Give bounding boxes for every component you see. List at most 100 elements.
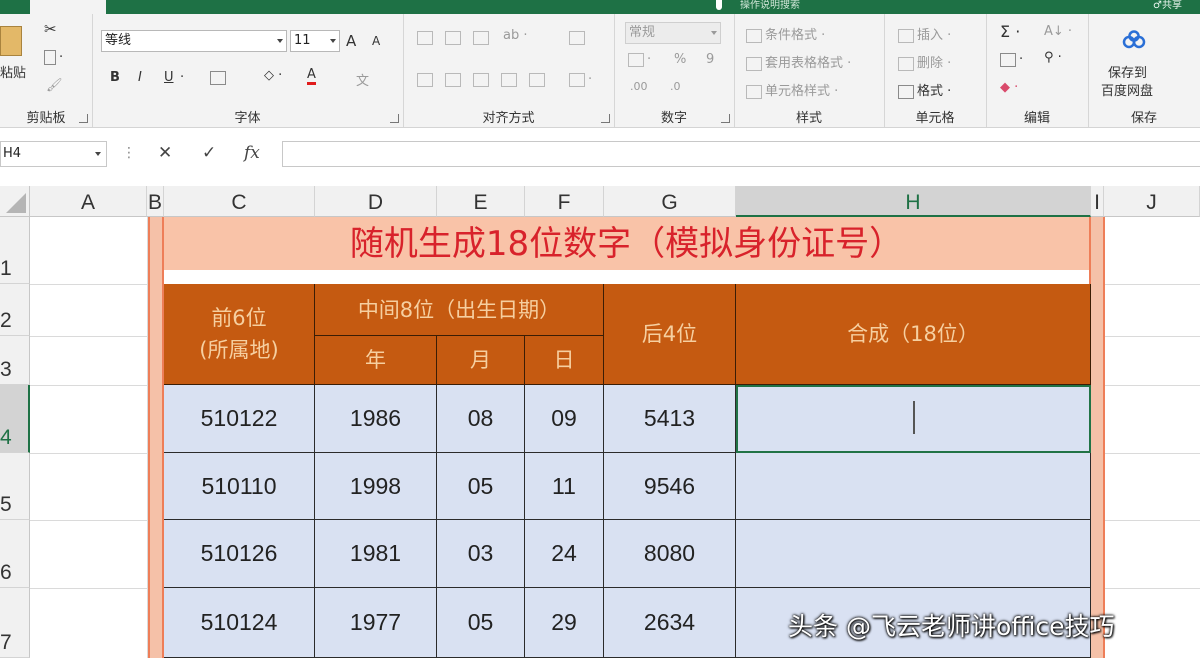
clear-button[interactable]: ◆ · xyxy=(1000,80,1018,95)
column-header-i[interactable]: I xyxy=(1091,186,1104,217)
header-last4[interactable]: 后4位 xyxy=(604,284,736,385)
border-icon[interactable] xyxy=(210,70,226,85)
align-middle-icon[interactable] xyxy=(445,30,464,45)
cell-last4[interactable]: 2634 xyxy=(604,588,736,658)
name-box[interactable]: H4 xyxy=(0,141,107,167)
format-painter-icon[interactable]: 🖌 xyxy=(46,78,63,93)
save-to-baidu-line2[interactable]: 百度网盘 xyxy=(1101,80,1153,99)
align-bottom-icon[interactable] xyxy=(473,30,492,45)
formula-input[interactable] xyxy=(282,141,1200,167)
column-header-a[interactable]: A xyxy=(30,186,147,217)
font-size-select[interactable]: 11 xyxy=(290,30,340,52)
shrink-font-button[interactable]: A xyxy=(372,34,380,48)
align-top-icon[interactable] xyxy=(417,30,436,45)
tell-me-search[interactable]: 操作说明搜索 xyxy=(740,0,800,12)
number-format-select[interactable]: 常规 xyxy=(625,22,721,44)
cell-month[interactable]: 08 xyxy=(437,385,525,453)
header-first6[interactable]: 前6位 (所属地) xyxy=(164,284,315,385)
column-header-d[interactable]: D xyxy=(315,186,437,217)
cell-last4[interactable]: 8080 xyxy=(604,520,736,588)
cell-month[interactable]: 03 xyxy=(437,520,525,588)
underline-dropdown-icon[interactable]: · xyxy=(180,70,184,85)
cell-styles-button[interactable]: 单元格样式 · xyxy=(746,80,838,99)
select-all-button[interactable] xyxy=(0,186,30,217)
share-button[interactable]: ♂共享 xyxy=(1153,0,1182,12)
cell-month[interactable]: 05 xyxy=(437,588,525,658)
cancel-entry-icon[interactable]: ✕ xyxy=(158,143,172,163)
save-to-baidu-line1[interactable]: 保存到 xyxy=(1108,62,1147,81)
column-header-b[interactable]: B xyxy=(147,186,164,217)
column-header-e[interactable]: E xyxy=(437,186,525,217)
italic-button[interactable]: I xyxy=(138,70,142,85)
orientation-icon[interactable]: ab · xyxy=(503,28,527,43)
paste-button[interactable]: 粘贴 xyxy=(0,62,26,81)
row-header-5[interactable]: 5 xyxy=(0,453,30,520)
cell-day[interactable]: 24 xyxy=(525,520,604,588)
sort-filter-button[interactable]: A↓ · xyxy=(1044,24,1072,39)
cell-day[interactable]: 29 xyxy=(525,588,604,658)
align-right-icon[interactable] xyxy=(473,72,492,87)
column-header-j[interactable]: J xyxy=(1104,186,1200,217)
paste-icon[interactable] xyxy=(0,26,22,56)
enter-entry-icon[interactable]: ✓ xyxy=(202,143,216,163)
currency-icon[interactable]: · xyxy=(628,52,651,67)
align-center-icon[interactable] xyxy=(445,72,464,87)
alignment-launcher-icon[interactable] xyxy=(601,114,610,123)
cell-first6[interactable]: 510122 xyxy=(164,385,315,453)
formula-bar-splitter[interactable]: ⋮ xyxy=(122,145,136,161)
baidu-cloud-icon[interactable] xyxy=(1122,30,1146,50)
header-month[interactable]: 月 xyxy=(437,336,525,385)
column-header-c[interactable]: C xyxy=(164,186,315,217)
number-launcher-icon[interactable] xyxy=(721,114,730,123)
cell-day[interactable]: 09 xyxy=(525,385,604,453)
wrap-text-icon[interactable] xyxy=(569,30,588,45)
column-header-f[interactable]: F xyxy=(525,186,604,217)
active-tab-home[interactable] xyxy=(30,0,106,14)
percent-button[interactable]: % xyxy=(674,52,686,67)
find-select-button[interactable]: ⚲ · xyxy=(1044,50,1062,65)
fill-icon[interactable]: · xyxy=(1000,52,1023,67)
cell-first6[interactable]: 510124 xyxy=(164,588,315,658)
cell-combined[interactable] xyxy=(736,453,1091,520)
column-header-h[interactable]: H xyxy=(736,186,1091,217)
delete-cells-button[interactable]: 删除 · xyxy=(898,52,951,71)
cell-year[interactable]: 1981 xyxy=(315,520,437,588)
cell-first6[interactable]: 510110 xyxy=(164,453,315,520)
cell-month[interactable]: 05 xyxy=(437,453,525,520)
cut-icon[interactable]: ✂ xyxy=(44,20,57,38)
font-launcher-icon[interactable] xyxy=(390,114,399,123)
underline-button[interactable]: U xyxy=(164,70,174,85)
comma-button[interactable]: 9 xyxy=(706,52,714,67)
cell-year[interactable]: 1986 xyxy=(315,385,437,453)
format-as-table-button[interactable]: 套用表格格式 · xyxy=(746,52,851,71)
increase-decimal-icon[interactable]: .00 xyxy=(630,80,648,93)
increase-indent-icon[interactable] xyxy=(529,72,548,87)
insert-function-icon[interactable]: fx xyxy=(244,143,260,163)
cell-last4[interactable]: 9546 xyxy=(604,453,736,520)
align-left-icon[interactable] xyxy=(417,72,436,87)
column-header-g[interactable]: G xyxy=(604,186,736,217)
font-name-select[interactable]: 等线 xyxy=(101,30,287,52)
cell-day[interactable]: 11 xyxy=(525,453,604,520)
autosum-button[interactable]: Σ · xyxy=(1000,22,1020,41)
conditional-formatting-button[interactable]: 条件格式 · xyxy=(746,24,825,43)
row-header-1[interactable]: 1 xyxy=(0,217,30,284)
decrease-indent-icon[interactable] xyxy=(501,72,520,87)
copy-icon[interactable]: · xyxy=(44,50,63,65)
phonetic-icon[interactable]: 文 xyxy=(356,70,369,89)
insert-cells-button[interactable]: 插入 · xyxy=(898,24,951,43)
cell-year[interactable]: 1998 xyxy=(315,453,437,520)
cell-combined[interactable] xyxy=(736,520,1091,588)
clipboard-launcher-icon[interactable] xyxy=(79,114,88,123)
decrease-decimal-icon[interactable]: .0 xyxy=(670,80,681,93)
font-color-button[interactable]: A xyxy=(307,68,316,85)
row-header-3[interactable]: 3 xyxy=(0,336,30,385)
cell-year[interactable]: 1977 xyxy=(315,588,437,658)
row-header-2[interactable]: 2 xyxy=(0,284,30,336)
fill-color-icon[interactable]: ◇ · xyxy=(264,68,282,83)
cell-last4[interactable]: 5413 xyxy=(604,385,736,453)
merge-center-icon[interactable]: · xyxy=(569,72,592,87)
header-combined[interactable]: 合成（18位） xyxy=(736,284,1091,385)
row-header-4[interactable]: 4 xyxy=(0,385,30,453)
row-header-6[interactable]: 6 xyxy=(0,520,30,588)
